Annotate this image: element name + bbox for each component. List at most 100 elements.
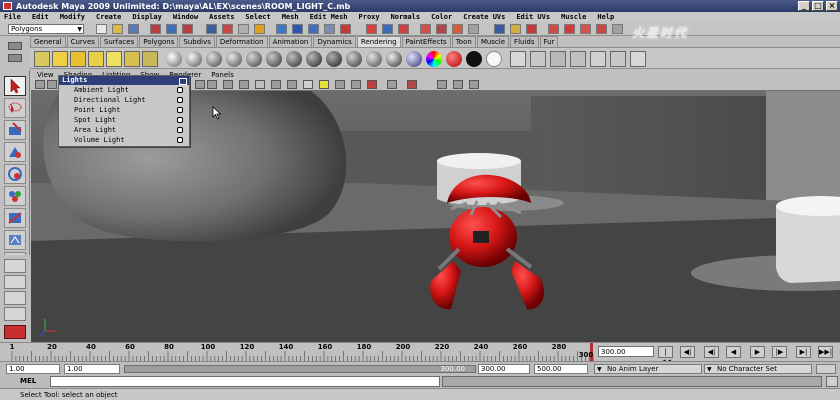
tab-dynamics[interactable]: Dynamics <box>313 36 356 47</box>
fractal-texture-icon[interactable] <box>446 51 462 67</box>
bookmarks-icon[interactable] <box>47 80 57 89</box>
end-time-field[interactable]: 500.00 <box>534 364 588 374</box>
safe-title-icon[interactable] <box>469 80 479 89</box>
menu-help[interactable]: Help <box>597 13 614 21</box>
play-backwards-button[interactable]: ◀ <box>726 346 741 358</box>
menu-select[interactable]: Select <box>245 13 270 21</box>
maximize-button[interactable]: □ <box>812 1 824 11</box>
shelf-editor-icon[interactable] <box>8 54 22 62</box>
ambient-light-icon[interactable] <box>52 51 68 67</box>
use-background-icon[interactable] <box>326 51 342 67</box>
output-ops-icon[interactable] <box>382 24 393 34</box>
render-settings-icon[interactable] <box>468 24 479 34</box>
lasso-tool-icon[interactable] <box>4 98 26 118</box>
paint-select-tool-icon[interactable] <box>4 120 26 140</box>
script-editor-icon[interactable] <box>826 376 838 387</box>
paint-icon[interactable] <box>612 24 623 34</box>
spot-light-icon[interactable] <box>106 51 122 67</box>
open-scene-icon[interactable] <box>112 24 123 34</box>
save-scene-icon[interactable] <box>128 24 139 34</box>
ipr-render-icon[interactable] <box>452 24 463 34</box>
layered-shader-icon[interactable] <box>266 51 282 67</box>
tab-polygons[interactable]: Polygons <box>139 36 179 47</box>
tab-rendering[interactable]: Rendering <box>356 36 401 47</box>
option-box-icon[interactable] <box>177 127 183 133</box>
tab-toon[interactable]: Toon <box>451 36 476 47</box>
range-bar[interactable]: 300.00 <box>124 365 476 373</box>
ocean-shader-icon[interactable] <box>346 51 362 67</box>
single-perspective-layout-icon[interactable] <box>4 259 26 273</box>
snap-grid-icon[interactable] <box>276 24 287 34</box>
camera-attributes-icon[interactable] <box>35 80 45 89</box>
option-box-icon[interactable] <box>177 87 183 93</box>
option-box-icon[interactable] <box>177 97 183 103</box>
area-light-icon[interactable] <box>124 51 140 67</box>
anim-layer-dropdown[interactable]: No Anim Layer <box>594 364 702 374</box>
bump-map-icon[interactable] <box>406 51 422 67</box>
construction-history-icon[interactable] <box>398 24 409 34</box>
tab-curves[interactable]: Curves <box>66 36 99 47</box>
select-object-icon[interactable] <box>166 24 177 34</box>
menu-proxy[interactable]: Proxy <box>359 13 380 21</box>
menu-color[interactable]: Color <box>431 13 452 21</box>
anisotropic-sphere-icon[interactable] <box>246 51 262 67</box>
spot-light-item[interactable]: Spot Light <box>59 115 189 125</box>
tab-painteffects[interactable]: PaintEffects <box>401 36 451 47</box>
surface-shader-icon[interactable] <box>306 51 322 67</box>
manipulator-tool-icon[interactable] <box>4 208 26 228</box>
mel-label[interactable]: MEL <box>20 377 36 385</box>
menu-display[interactable]: Display <box>132 13 162 21</box>
point-light-item[interactable]: Point Light <box>59 105 189 115</box>
create-camera-icon[interactable] <box>34 51 50 67</box>
make-live-icon[interactable] <box>340 24 351 34</box>
auto-key-icon[interactable] <box>816 364 836 374</box>
xray-icon[interactable] <box>287 80 297 89</box>
play-forwards-button[interactable]: ▶ <box>750 346 765 358</box>
render-globals-icon[interactable] <box>590 51 606 67</box>
input-ops-icon[interactable] <box>366 24 377 34</box>
safe-action-icon[interactable] <box>453 80 463 89</box>
tab-surfaces[interactable]: Surfaces <box>99 36 139 47</box>
ambient-light-item[interactable]: Ambient Light <box>59 85 189 95</box>
area-light-item[interactable]: Area Light <box>59 125 189 135</box>
tab-general[interactable]: General <box>30 36 66 47</box>
high-quality-icon[interactable] <box>351 80 361 89</box>
snap-curve-icon[interactable] <box>292 24 303 34</box>
hypershade-layout-icon[interactable] <box>4 325 26 339</box>
resolution-gate-icon[interactable] <box>223 80 233 89</box>
menu-edit-mesh[interactable]: Edit Mesh <box>310 13 348 21</box>
menu-create-uvs[interactable]: Create UVs <box>463 13 505 21</box>
character-set-dropdown[interactable]: No Character Set <box>704 364 812 374</box>
persp-outliner-layout-icon[interactable] <box>4 291 26 305</box>
shelf-tab-menu-icon[interactable] <box>8 42 22 50</box>
menu-file[interactable]: File <box>4 13 21 21</box>
attribute-editor-icon[interactable] <box>510 24 521 34</box>
shadows-icon[interactable] <box>335 80 345 89</box>
xray-joints-icon[interactable] <box>387 80 397 89</box>
hair-tube-shader-icon[interactable] <box>366 51 382 67</box>
isolate-select-icon[interactable] <box>367 80 377 89</box>
menu-create[interactable]: Create <box>96 13 121 21</box>
menu-modify[interactable]: Modify <box>60 13 85 21</box>
snap-view-plane-icon[interactable] <box>324 24 335 34</box>
joint-mask-icon[interactable] <box>238 24 249 34</box>
go-to-start-button[interactable]: |◀◀ <box>658 346 673 366</box>
light-linking-icon[interactable] <box>630 51 646 67</box>
blinn-sphere-icon[interactable] <box>186 51 202 67</box>
minimize-button[interactable]: _ <box>798 1 810 11</box>
white-sphere-icon[interactable] <box>486 51 502 67</box>
render-sequence-icon[interactable] <box>550 51 566 67</box>
wireframe-icon[interactable] <box>239 80 249 89</box>
step-forward-key-button[interactable]: ▶| <box>796 346 811 358</box>
panel-menu-view[interactable]: View <box>37 71 54 79</box>
panel-menu-panels[interactable]: Panels <box>211 71 234 79</box>
graph-editor-icon[interactable] <box>580 24 591 34</box>
go-to-end-button[interactable]: ▶▶| <box>818 346 833 358</box>
sculpt-icon[interactable] <box>596 24 607 34</box>
tab-fluids[interactable]: Fluids <box>510 36 539 47</box>
playback-end-field[interactable]: 300.00 <box>478 364 530 374</box>
hypershade-shelf-icon[interactable] <box>570 51 586 67</box>
close-button[interactable]: × <box>826 1 838 11</box>
volume-light-icon[interactable] <box>142 51 158 67</box>
menu-set-select[interactable]: Polygons <box>8 24 84 34</box>
